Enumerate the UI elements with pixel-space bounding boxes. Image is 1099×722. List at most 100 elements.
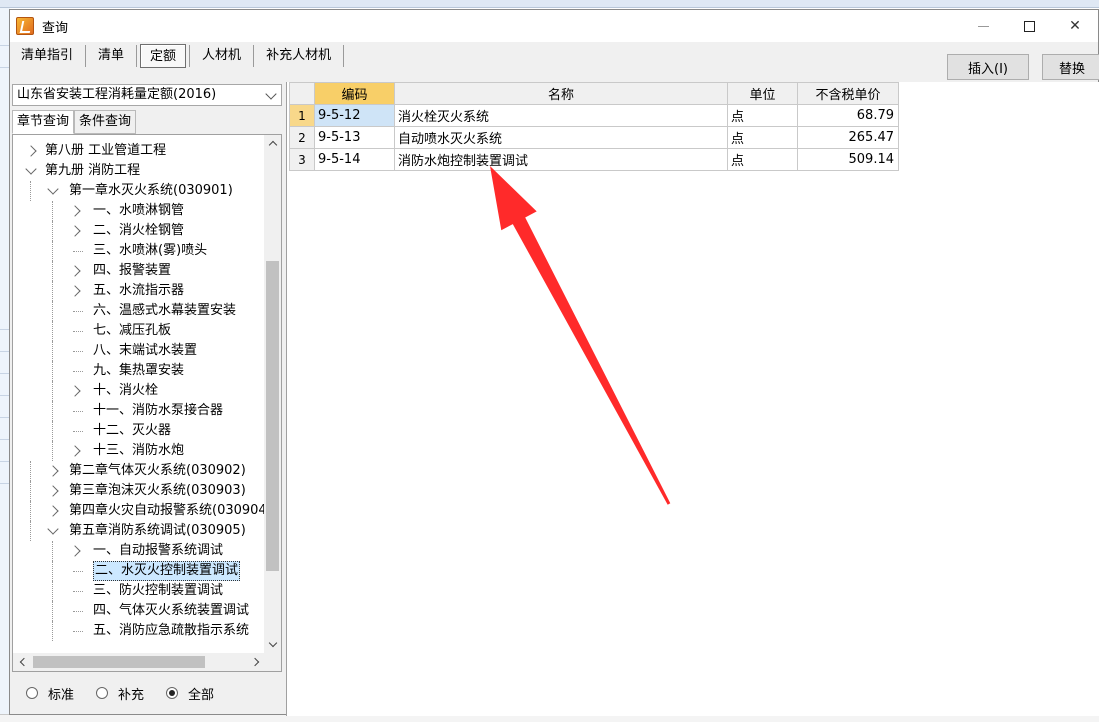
tree-node-label: 二、消火栓钢管	[93, 223, 185, 238]
tree-node[interactable]: 十、消火栓	[13, 381, 257, 401]
tree-node[interactable]: 二、水灭火控制装置调试	[13, 561, 257, 581]
cell-name[interactable]: 消火栓灭火系统	[394, 104, 728, 127]
column-header-rownum	[289, 82, 315, 105]
horizontal-scrollbar[interactable]	[13, 653, 265, 671]
cell-unit[interactable]: 点	[727, 126, 798, 149]
tree-node[interactable]: 八、末端试水装置	[13, 341, 257, 361]
radio-all-dot[interactable]	[166, 687, 179, 699]
column-header-name[interactable]: 名称	[394, 82, 728, 105]
radio-all[interactable]: 全部	[166, 684, 214, 703]
tree-guide-line	[73, 371, 83, 372]
tree-node[interactable]: 六、温感式水幕装置安装	[13, 301, 257, 321]
tree-node[interactable]: 第五章消防系统调试(030905)	[13, 521, 257, 541]
tab-bill-guide[interactable]: 清单指引	[12, 44, 82, 68]
row-number: 3	[289, 148, 315, 171]
tree-node[interactable]: 一、自动报警系统调试	[13, 541, 257, 561]
tree-node[interactable]: 十二、灭火器	[13, 421, 257, 441]
tree-node[interactable]: 三、水喷淋(雾)喷头	[13, 241, 257, 261]
chevron-right-icon[interactable]	[47, 505, 59, 517]
cell-code[interactable]: 9-5-14	[314, 148, 395, 171]
chevron-right-icon[interactable]	[69, 205, 81, 217]
tab-separator	[189, 45, 191, 67]
minimize-button[interactable]	[960, 10, 1006, 42]
tab-separator	[343, 45, 345, 67]
tree-node[interactable]: 四、报警装置	[13, 261, 257, 281]
chevron-down-icon[interactable]	[47, 523, 59, 535]
table-row[interactable]: 1 9-5-12 消火栓灭火系统 点 68.79	[289, 104, 899, 127]
scroll-thumb-horizontal[interactable]	[33, 656, 205, 668]
column-header-price[interactable]: 不含税单价	[797, 82, 899, 105]
scroll-left-button[interactable]	[13, 653, 31, 671]
chevron-right-icon[interactable]	[69, 225, 81, 237]
chevron-right-icon[interactable]	[69, 285, 81, 297]
cell-unit[interactable]: 点	[727, 148, 798, 171]
chevron-right-icon[interactable]	[69, 265, 81, 277]
radio-standard[interactable]: 标准	[26, 684, 74, 703]
tree-node[interactable]: 第二章气体灭火系统(030902)	[13, 461, 257, 481]
tree-guide-line	[52, 401, 53, 421]
cell-name[interactable]: 消防水炮控制装置调试	[394, 148, 728, 171]
table-row[interactable]: 3 9-5-14 消防水炮控制装置调试 点 509.14	[289, 148, 899, 171]
tree-node[interactable]: 第一章水灭火系统(030901)	[13, 181, 257, 201]
radio-supplementary-dot[interactable]	[96, 687, 109, 699]
chevron-right-icon	[250, 657, 259, 667]
tree-node[interactable]: 三、防火控制装置调试	[13, 581, 257, 601]
tree-node[interactable]: 四、气体灭火系统装置调试	[13, 601, 257, 621]
tree-node[interactable]: 十三、消防水炮	[13, 441, 257, 461]
chevron-right-icon[interactable]	[69, 445, 81, 457]
tab-labor-material-machine[interactable]: 人材机	[193, 44, 250, 68]
tree-node[interactable]: 五、水流指示器	[13, 281, 257, 301]
chevron-right-icon[interactable]	[25, 145, 37, 157]
tree-node[interactable]: 第四章火灾自动报警系统(030904)	[13, 501, 272, 521]
tab-bill[interactable]: 清单	[89, 44, 133, 68]
tree-node[interactable]: 五、消防应急疏散指示系统	[13, 621, 257, 641]
column-header-code[interactable]: 编码	[314, 82, 395, 105]
scroll-thumb[interactable]	[266, 261, 279, 571]
tab-supplementary[interactable]: 补充人材机	[257, 44, 340, 68]
cell-price[interactable]: 68.79	[797, 104, 899, 127]
scroll-down-button[interactable]	[264, 636, 281, 653]
cell-code[interactable]: 9-5-12	[314, 104, 395, 127]
chevron-right-icon[interactable]	[69, 385, 81, 397]
cell-name[interactable]: 自动喷水灭火系统	[394, 126, 728, 149]
tab-quota[interactable]: 定额	[140, 44, 187, 68]
tree-node[interactable]: 第三章泡沫灭火系统(030903)	[13, 481, 257, 501]
app-icon	[16, 17, 34, 35]
cell-unit[interactable]: 点	[727, 104, 798, 127]
tree-node[interactable]: 十一、消防水泵接合器	[13, 401, 257, 421]
radio-supplementary[interactable]: 补充	[96, 684, 144, 703]
cell-code[interactable]: 9-5-13	[314, 126, 395, 149]
chevron-right-icon[interactable]	[69, 545, 81, 557]
cell-price[interactable]: 509.14	[797, 148, 899, 171]
cell-price[interactable]: 265.47	[797, 126, 899, 149]
query-mode-tabs: 章节查询 条件查询	[12, 110, 137, 134]
tree-node[interactable]: 一、水喷淋钢管	[13, 201, 257, 221]
tree-guide-line	[52, 441, 53, 461]
tab-condition-query[interactable]: 条件查询	[74, 110, 137, 134]
tree-node[interactable]: 第八册 工业管道工程	[13, 141, 257, 161]
maximize-button[interactable]	[1006, 10, 1052, 42]
tree-node-label: 六、温感式水幕装置安装	[93, 303, 237, 318]
tree-guide-line	[52, 281, 53, 301]
scroll-up-button[interactable]	[264, 135, 281, 152]
radio-standard-dot[interactable]	[26, 687, 38, 699]
chevron-right-icon[interactable]	[47, 465, 59, 477]
replace-button[interactable]: 替换	[1042, 54, 1099, 80]
insert-button[interactable]: 插入(I)	[947, 54, 1029, 80]
tree-node[interactable]: 七、减压孔板	[13, 321, 257, 341]
chevron-down-icon[interactable]	[25, 163, 37, 175]
quota-library-select[interactable]: 山东省安装工程消耗量定额(2016)	[12, 84, 282, 106]
tree-node[interactable]: 第九册 消防工程	[13, 161, 257, 181]
column-header-unit[interactable]: 单位	[727, 82, 798, 105]
vertical-scrollbar[interactable]	[264, 135, 281, 653]
chevron-right-icon[interactable]	[47, 485, 59, 497]
tab-chapter-query[interactable]: 章节查询	[12, 110, 75, 134]
tree-node[interactable]: 九、集热罩安装	[13, 361, 257, 381]
tree-node[interactable]: 二、消火栓钢管	[13, 221, 257, 241]
tree-guide-line	[73, 631, 83, 632]
tree-node-label: 第九册 消防工程	[45, 163, 141, 178]
table-row[interactable]: 2 9-5-13 自动喷水灭火系统 点 265.47	[289, 126, 899, 149]
tree-node-label: 一、水喷淋钢管	[93, 203, 185, 218]
chevron-down-icon[interactable]	[47, 183, 59, 195]
close-button[interactable]: ✕	[1052, 10, 1098, 42]
